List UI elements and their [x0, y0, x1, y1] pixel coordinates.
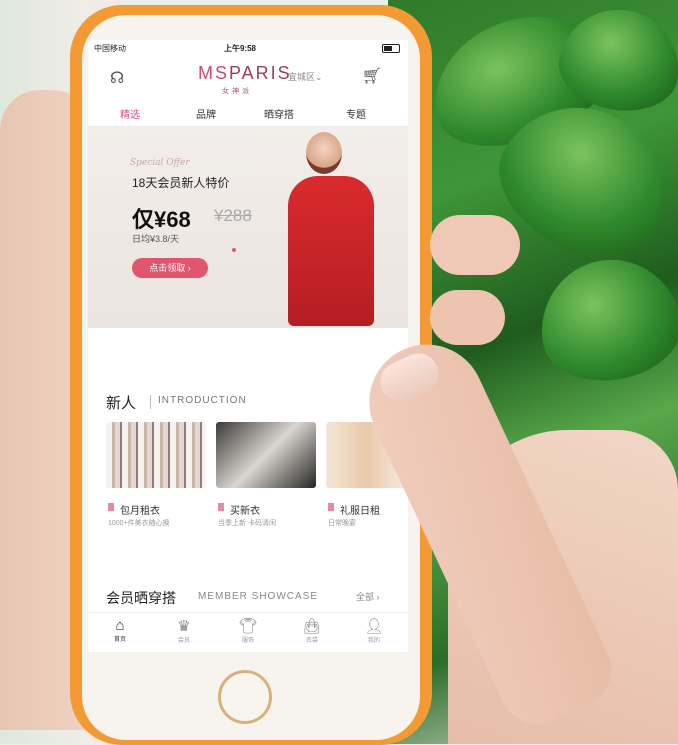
bag-icon: 👜︎ [302, 618, 322, 635]
headset-icon[interactable]: ☊ [110, 68, 124, 88]
brand-subtitle: 女神派 [222, 88, 252, 95]
card-desc-rent: 1000+件美衣随心换 [108, 520, 170, 527]
nav-label: 我的 [367, 638, 380, 644]
banner-per-day: 日均¥3.8/天 [132, 234, 180, 244]
model-photo-head [306, 132, 342, 174]
banner-price: 仅¥68 [132, 207, 191, 232]
card-desc-buy: 当季上新 卡码清闲 [218, 520, 276, 527]
label-marker [328, 503, 334, 511]
app-header: ☊ MSPARIS 女神派 宜城区⌄ 🛒︎ [88, 58, 408, 104]
divider [150, 395, 151, 409]
phone-screen: 中国移动 上午9:58 ☊ MSPARIS 女神派 宜城区⌄ 🛒︎ 精选 品牌 … [88, 40, 408, 652]
finger [430, 215, 520, 275]
bottom-nav: ⌂ 首页 ♛ 会员 👕︎ 服饰 👜︎ 衣袋 👤︎ 我的 [88, 612, 408, 652]
city-label: 宜城区 [288, 72, 316, 82]
status-bar: 中国移动 上午9:58 [88, 40, 408, 56]
crown-icon: ♛ [177, 618, 191, 635]
label-marker [108, 503, 114, 511]
cart-icon[interactable]: 🛒︎ [362, 66, 382, 86]
showcase-all-link[interactable]: 全部 › [356, 590, 380, 603]
banner-old-price: ¥288 [214, 206, 252, 225]
home-button[interactable] [218, 670, 272, 724]
section-subtitle: INTRODUCTION [158, 395, 247, 406]
card-label-dress[interactable]: 礼服日租 [340, 502, 380, 517]
city-selector[interactable]: 宜城区⌄ [288, 70, 323, 83]
carousel-indicator[interactable] [232, 248, 236, 252]
brand-logo: MSPARIS [198, 63, 292, 83]
tab-outfits[interactable]: 晒穿搭 [264, 106, 294, 121]
finger [430, 290, 505, 345]
card-image-buy[interactable] [216, 422, 316, 488]
tab-topics[interactable]: 专题 [346, 106, 366, 121]
tab-brands[interactable]: 品牌 [196, 106, 216, 121]
card-desc-dress: 日常晚宴 [328, 520, 356, 527]
nav-member[interactable]: ♛ 会员 [164, 617, 204, 644]
nav-home[interactable]: ⌂ 首页 [100, 617, 140, 643]
banner-title: 18天会员新人特价 [132, 176, 230, 190]
clock: 上午9:58 [224, 44, 257, 53]
battery-icon [382, 44, 400, 53]
shirt-icon: 👕︎ [238, 618, 258, 635]
top-tabs: 精选 品牌 晒穿搭 专题 [88, 106, 408, 126]
card-image-rent[interactable] [106, 422, 206, 488]
banner-special: Special Offer [130, 158, 190, 168]
carrier-label: 中国移动 [94, 44, 126, 53]
showcase-title: 会员晒穿搭 [106, 590, 176, 606]
nav-bag[interactable]: 👜︎ 衣袋 [292, 617, 332, 644]
nav-label: 会员 [177, 638, 190, 644]
card-label-rent[interactable]: 包月租衣 [120, 502, 160, 517]
nav-profile[interactable]: 👤︎ 我的 [354, 617, 394, 644]
nav-label: 服饰 [241, 638, 254, 644]
model-photo-dress [288, 176, 374, 326]
home-icon: ⌂ [115, 617, 125, 634]
card-label-buy[interactable]: 买新衣 [230, 502, 260, 517]
label-marker [218, 503, 224, 511]
tab-featured[interactable]: 精选 [120, 106, 140, 121]
nav-label: 衣袋 [305, 638, 318, 644]
nav-clothing[interactable]: 👕︎ 服饰 [228, 617, 268, 644]
promo-banner[interactable]: Special Offer 18天会员新人特价 仅¥68 ¥288 日均¥3.8… [88, 126, 408, 328]
nav-label: 首页 [113, 637, 126, 643]
user-icon: 👤︎ [364, 618, 384, 635]
section-title: 新人 [106, 395, 137, 412]
claim-button[interactable]: 点击领取 › [132, 258, 208, 278]
showcase-subtitle: MEMBER SHOWCASE [198, 591, 319, 602]
